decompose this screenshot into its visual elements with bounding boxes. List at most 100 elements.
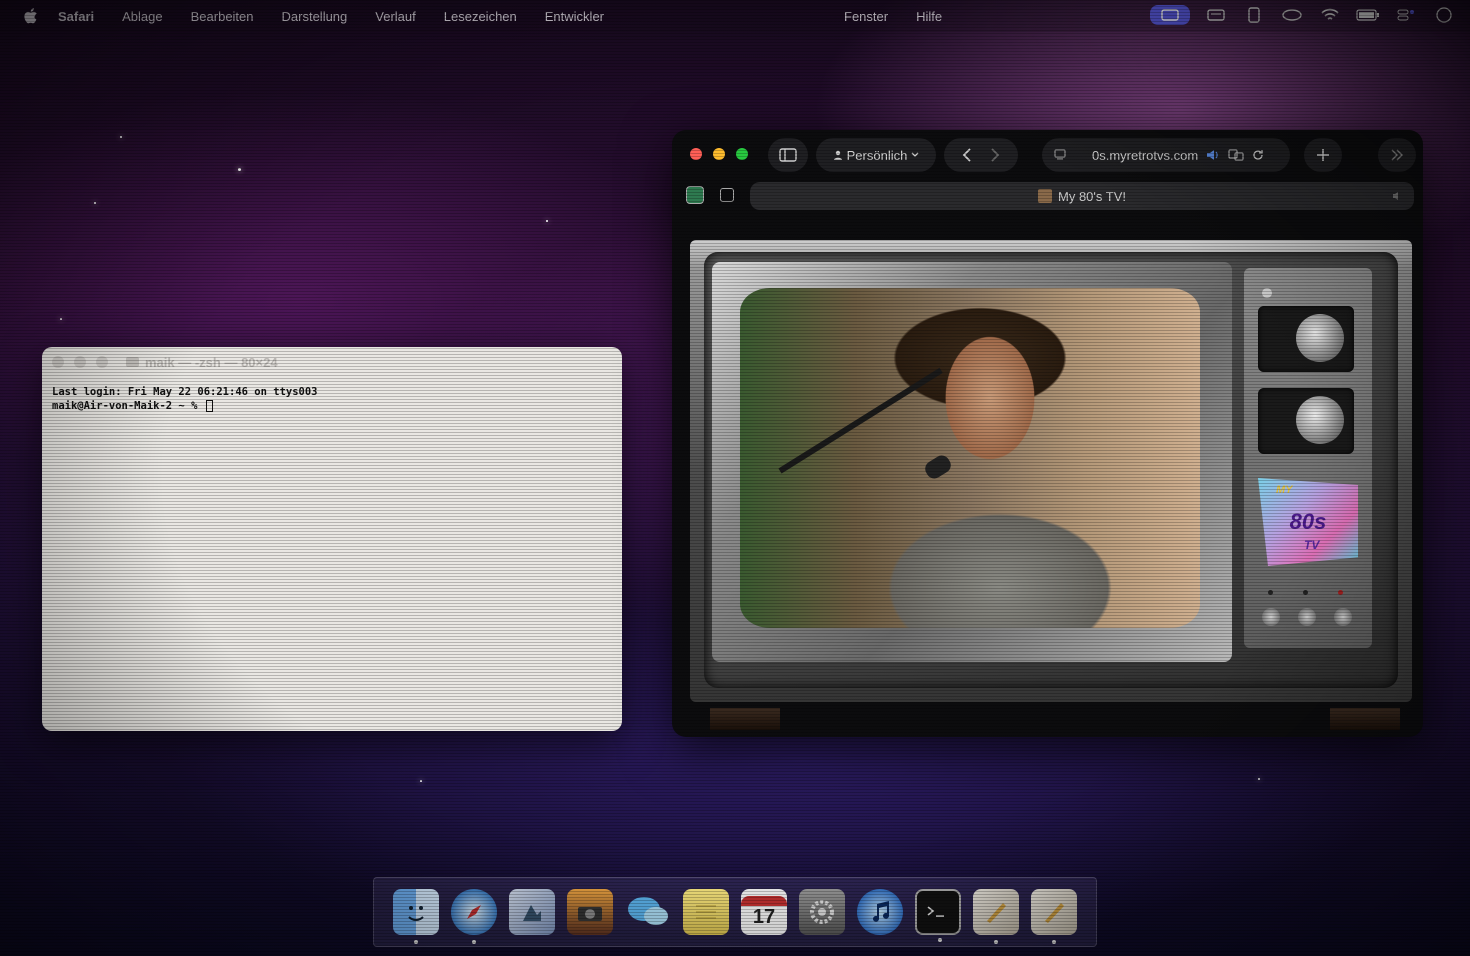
menu-bar: Safari Ablage Bearbeiten Darstellung Ver… bbox=[0, 0, 1470, 32]
terminal-prompt: maik@Air-von-Maik-2 ~ % bbox=[52, 400, 204, 412]
terminal-titlebar[interactable]: maik — -zsh — 80×24 bbox=[42, 347, 622, 377]
itunes-icon[interactable] bbox=[857, 889, 903, 935]
terminal-app-icon[interactable] bbox=[915, 889, 961, 942]
status-icons bbox=[1150, 5, 1456, 25]
forward-icon[interactable] bbox=[990, 148, 1000, 162]
volume-knob[interactable] bbox=[1296, 396, 1344, 444]
microphone-icon bbox=[922, 452, 954, 482]
control-center-icon[interactable] bbox=[1394, 5, 1418, 25]
menu-entwickler[interactable]: Entwickler bbox=[545, 9, 604, 24]
apple-icon[interactable] bbox=[22, 7, 40, 25]
messages-icon[interactable] bbox=[625, 889, 671, 935]
safari-app-icon[interactable] bbox=[451, 889, 497, 944]
menu-verlauf[interactable]: Verlauf bbox=[375, 9, 415, 24]
channel-knob[interactable] bbox=[1296, 314, 1344, 362]
terminal-content[interactable]: Last login: Fri May 22 06:21:46 on ttys0… bbox=[42, 377, 622, 421]
terminal-minimize-button[interactable] bbox=[74, 356, 86, 368]
navigation-buttons bbox=[944, 138, 1018, 172]
logo-line-1: MY bbox=[1276, 484, 1293, 496]
volume-knob-box bbox=[1258, 388, 1354, 454]
tv-feet bbox=[710, 702, 1400, 730]
new-tab-button[interactable] bbox=[1304, 138, 1342, 172]
terminal-close-button[interactable] bbox=[52, 356, 64, 368]
reload-icon[interactable] bbox=[1252, 149, 1264, 161]
battery-widget-icon[interactable] bbox=[1242, 5, 1266, 25]
finder-icon[interactable] bbox=[393, 889, 439, 944]
wifi-icon[interactable] bbox=[1318, 5, 1342, 25]
tv-front: MY 80s TV bbox=[704, 252, 1398, 688]
dock: 17 bbox=[373, 877, 1097, 947]
tab-title: My 80's TV! bbox=[1058, 188, 1126, 204]
screen-mirroring-icon[interactable] bbox=[1150, 5, 1190, 25]
tv-control-panel: MY 80s TV bbox=[1244, 268, 1372, 648]
tab-overview-icon[interactable] bbox=[720, 188, 734, 202]
cloud-icon[interactable] bbox=[1280, 5, 1304, 25]
small-knob-1[interactable] bbox=[1262, 608, 1280, 626]
notes-icon[interactable] bbox=[683, 889, 729, 935]
battery-icon[interactable] bbox=[1356, 5, 1380, 25]
menu-lesezeichen[interactable]: Lesezeichen bbox=[444, 9, 517, 24]
url-text[interactable]: 0s.myretrotvs.com bbox=[1092, 148, 1198, 163]
menu-bearbeiten[interactable]: Bearbeiten bbox=[191, 9, 254, 24]
speaker-icon[interactable] bbox=[1206, 149, 1220, 161]
profile-button[interactable]: Persönlich bbox=[816, 138, 936, 172]
menu-darstellung[interactable]: Darstellung bbox=[282, 9, 348, 24]
menu-app-name[interactable]: Safari bbox=[58, 9, 94, 24]
minimize-button[interactable] bbox=[713, 148, 725, 160]
photo-booth-icon[interactable] bbox=[567, 889, 613, 935]
tab-audio-icon[interactable] bbox=[1392, 191, 1404, 201]
script-editor-icon[interactable] bbox=[973, 889, 1019, 944]
sidebar-toggle-button[interactable] bbox=[768, 138, 808, 172]
terminal-zoom-button[interactable] bbox=[96, 356, 108, 368]
tab-overview-button[interactable] bbox=[1378, 138, 1416, 172]
tab-bar: My 80's TV! bbox=[672, 182, 1423, 214]
tv-cabinet: MY 80s TV bbox=[690, 240, 1412, 702]
double-chevron-right-icon bbox=[1391, 149, 1403, 161]
siri-icon[interactable] bbox=[1432, 5, 1456, 25]
terminal-prompt-line[interactable]: maik@Air-von-Maik-2 ~ % bbox=[52, 399, 612, 413]
tv-screen-video[interactable] bbox=[740, 288, 1200, 628]
calendar-icon[interactable]: 17 bbox=[741, 889, 787, 935]
calendar-header bbox=[741, 895, 787, 906]
stage-manager-icon[interactable] bbox=[1204, 5, 1228, 25]
page-menu-icon[interactable] bbox=[1054, 149, 1066, 161]
back-icon[interactable] bbox=[962, 148, 972, 162]
script-editor-icon-2[interactable] bbox=[1031, 889, 1077, 944]
system-preferences-icon[interactable] bbox=[799, 889, 845, 935]
my-80s-tv-logo: MY 80s TV bbox=[1258, 478, 1358, 566]
power-button[interactable] bbox=[1262, 288, 1272, 298]
channel-knob-box bbox=[1258, 306, 1354, 372]
logo-line-3: TV bbox=[1304, 538, 1320, 552]
tab-my-80s-tv[interactable]: My 80's TV! bbox=[750, 182, 1414, 210]
preview-icon[interactable] bbox=[509, 889, 555, 935]
small-knob-3[interactable] bbox=[1334, 608, 1352, 626]
small-knobs bbox=[1262, 608, 1352, 626]
logo-line-2: 80s bbox=[1289, 509, 1327, 534]
small-knob-2[interactable] bbox=[1298, 608, 1316, 626]
person-icon bbox=[833, 150, 842, 160]
address-bar[interactable]: 0s.myretrotvs.com bbox=[1042, 138, 1290, 172]
menu-fenster[interactable]: Fenster bbox=[844, 9, 888, 24]
menu-hilfe[interactable]: Hilfe bbox=[916, 9, 942, 24]
translate-icon[interactable] bbox=[1228, 149, 1244, 161]
profile-label: Persönlich bbox=[846, 147, 908, 163]
zoom-button[interactable] bbox=[736, 148, 748, 160]
microphone-stand bbox=[778, 367, 943, 474]
chevron-down-icon bbox=[911, 152, 919, 157]
close-button[interactable] bbox=[690, 148, 702, 160]
menu-ablage[interactable]: Ablage bbox=[122, 9, 162, 24]
menu-right-group: Fenster Hilfe bbox=[844, 9, 970, 24]
calendar-day: 17 bbox=[752, 905, 776, 928]
safari-toolbar: Persönlich 0s.myretrotvs.com bbox=[672, 130, 1423, 180]
tv-leds bbox=[1268, 590, 1343, 595]
favicon-icon bbox=[1038, 189, 1052, 203]
terminal-window[interactable]: maik — -zsh — 80×24 Last login: Fri May … bbox=[42, 347, 622, 731]
sidebar-icon bbox=[779, 148, 797, 162]
safari-window[interactable]: Persönlich 0s.myretrotvs.com My 80's TV! bbox=[672, 130, 1423, 737]
plus-icon bbox=[1317, 149, 1329, 161]
tv-bezel bbox=[712, 262, 1232, 662]
tab-group-icon[interactable] bbox=[686, 186, 704, 204]
folder-icon bbox=[126, 357, 139, 367]
retro-tv: MY 80s TV bbox=[690, 240, 1412, 737]
terminal-title-text: maik — -zsh — 80×24 bbox=[145, 354, 278, 370]
